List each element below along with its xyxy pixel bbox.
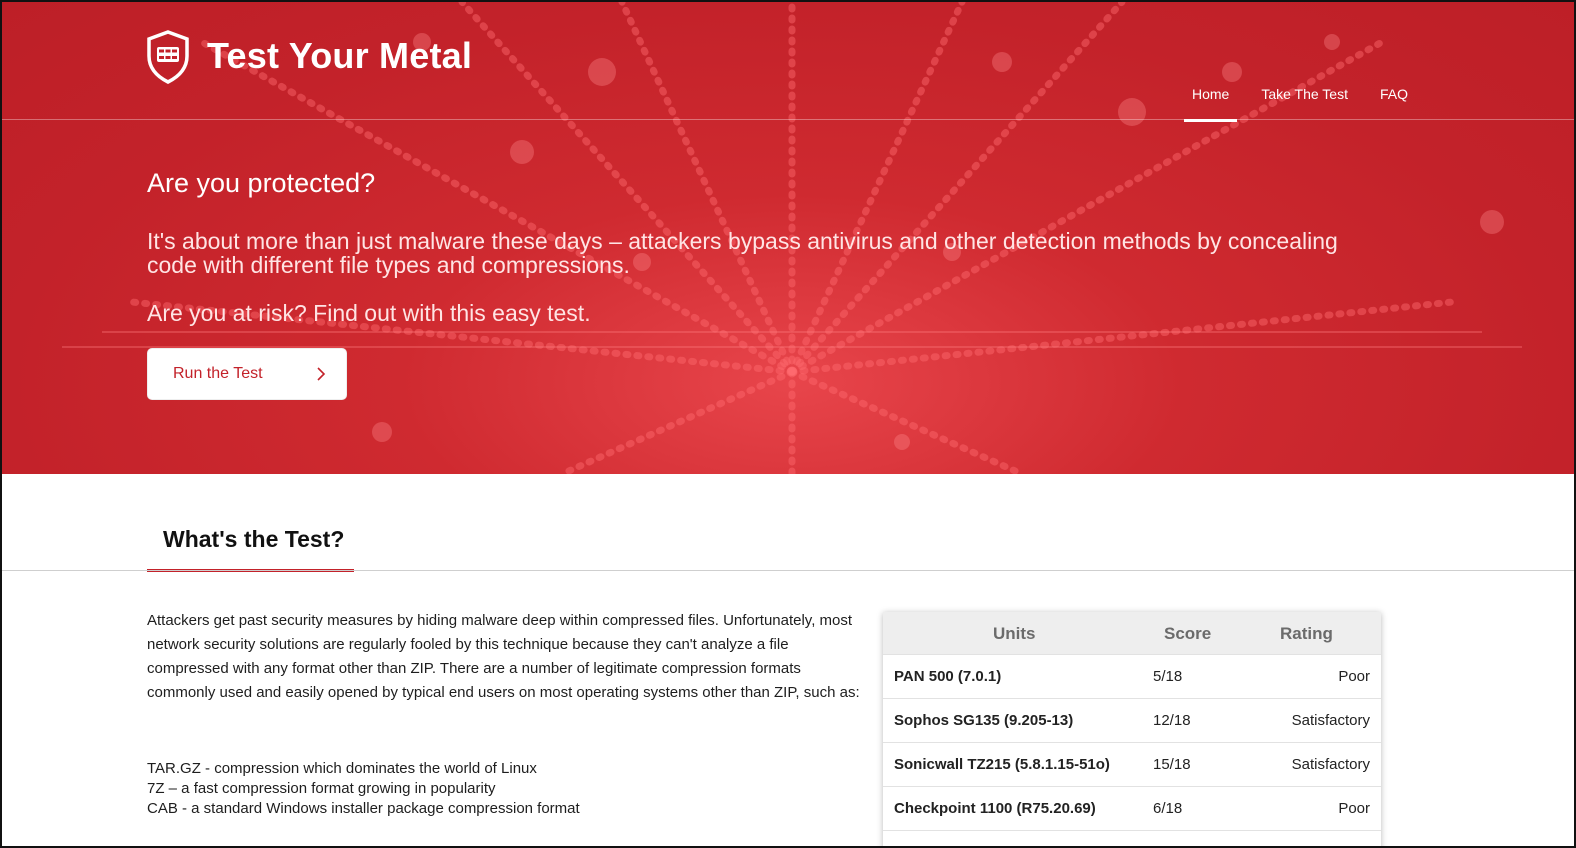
results-table-header: Units Score Rating (883, 612, 1381, 654)
shield-grid-icon[interactable] (146, 30, 190, 84)
row-unit: Sophos SG135 (9.205-13) (894, 712, 1074, 729)
row-score: 6/18 (1153, 800, 1183, 817)
nav-take-the-test[interactable]: Take The Test (1245, 85, 1364, 121)
row-score: 15/18 (1153, 756, 1191, 773)
table-row: PAN 500 (7.0.1) 5/18 Poor (883, 654, 1381, 698)
row-score: 12/18 (1153, 712, 1191, 729)
nav-divider (2, 119, 1574, 120)
test-description: Attackers get past security measures by … (147, 612, 860, 701)
hero-title: Are you protected? (147, 168, 376, 198)
run-test-label: Run the Test (173, 365, 263, 382)
tab-whats-the-test-label: What's the Test? (163, 526, 345, 552)
chevron-right-icon (317, 367, 326, 381)
main-nav: Home Take The Test FAQ (1176, 85, 1424, 122)
format-item-7z: 7Z – a fast compression format growing i… (147, 780, 496, 797)
row-unit: Checkpoint 1100 (R75.20.69) (894, 800, 1096, 817)
nav-home[interactable]: Home (1176, 85, 1245, 122)
table-row (883, 830, 1381, 846)
tab-divider (2, 570, 1574, 571)
row-unit: Sonicwall TZ215 (5.8.1.15-51o) (894, 756, 1110, 773)
hero-lead: It's about more than just malware these … (147, 228, 1338, 278)
table-row: Sophos SG135 (9.205-13) 12/18 Satisfacto… (883, 698, 1381, 742)
hero-banner: Test Your Metal Home Take The Test FAQ A… (2, 2, 1574, 474)
tab-whats-the-test[interactable]: What's the Test? (147, 522, 354, 572)
table-row: Checkpoint 1100 (R75.20.69) 6/18 Poor (883, 786, 1381, 830)
nav-faq[interactable]: FAQ (1364, 85, 1424, 121)
header-score: Score (1164, 624, 1212, 643)
format-list: TAR.GZ - compression which dominates the… (147, 759, 580, 819)
results-table: Units Score Rating PAN 500 (7.0.1) 5/18 … (883, 612, 1381, 846)
header-rating: Rating (1280, 624, 1333, 643)
page-frame: Test Your Metal Home Take The Test FAQ A… (0, 0, 1576, 848)
row-rating: Poor (1338, 800, 1370, 817)
row-rating: Satisfactory (1291, 712, 1370, 729)
run-test-button[interactable]: Run the Test (147, 348, 347, 400)
hero-risk-text: Are you at risk? Find out with this easy… (147, 300, 591, 326)
table-row: Sonicwall TZ215 (5.8.1.15-51o) 15/18 Sat… (883, 742, 1381, 786)
brand-title[interactable]: Test Your Metal (207, 35, 472, 77)
row-unit: PAN 500 (7.0.1) (894, 668, 1002, 685)
format-item-targz: TAR.GZ - compression which dominates the… (147, 760, 537, 777)
row-score: 5/18 (1153, 668, 1183, 685)
row-rating: Poor (1338, 668, 1370, 685)
header-units: Units (993, 624, 1036, 643)
format-item-cab: CAB - a standard Windows installer packa… (147, 800, 580, 817)
row-rating: Satisfactory (1291, 756, 1370, 773)
